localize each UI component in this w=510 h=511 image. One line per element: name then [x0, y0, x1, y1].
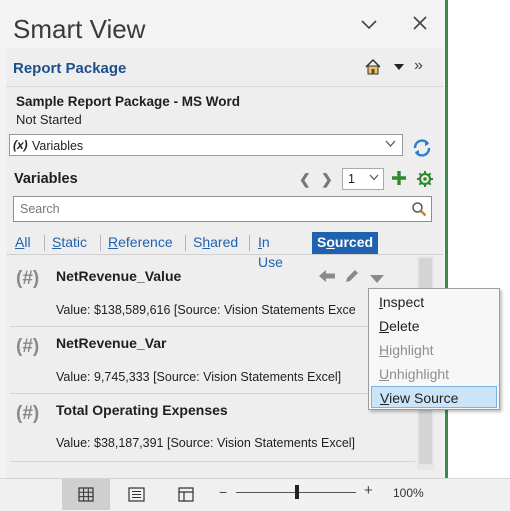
tab-divider	[100, 235, 101, 251]
divider	[6, 254, 443, 255]
variable-value: Value: 9,745,333 [Source: Vision Stateme…	[56, 370, 342, 384]
tab-sourced[interactable]: Sourced	[312, 232, 379, 254]
variable-name: Total Operating Expenses	[56, 402, 228, 418]
numeric-variable-icon: (#)	[16, 268, 40, 289]
zoom-slider-thumb[interactable]	[295, 485, 299, 499]
home-dropdown-arrow-icon[interactable]	[394, 64, 404, 70]
search-box[interactable]	[13, 196, 432, 222]
web-layout-view-button[interactable]	[162, 479, 210, 510]
report-package-link[interactable]: Report Package	[13, 60, 126, 77]
package-name: Sample Report Package - MS Word	[16, 94, 241, 109]
variables-heading: Variables	[14, 171, 78, 187]
variable-name: NetRevenue_Value	[56, 268, 182, 284]
row-menu-arrow-icon[interactable]	[369, 271, 385, 289]
tab-static[interactable]: Static	[47, 232, 92, 254]
list-item[interactable]: (#) Total Operating Expenses Value: $38,…	[10, 396, 416, 458]
row-divider	[10, 393, 415, 394]
search-input[interactable]	[18, 199, 402, 219]
tab-divider	[44, 235, 45, 251]
zoom-in-button[interactable]: +	[364, 482, 373, 499]
pencil-icon[interactable]	[344, 268, 360, 289]
row-divider	[10, 326, 415, 327]
tab-in-use[interactable]: In Use	[253, 232, 288, 270]
zoom-level[interactable]: 100%	[393, 486, 424, 500]
add-variable-icon[interactable]	[391, 170, 407, 189]
variable-value: Value: $38,187,391 [Source: Vision State…	[56, 436, 356, 450]
variables-dropdown[interactable]: (x) Variables	[9, 134, 403, 156]
context-menu: Inspect Delete Highlight Unhighlight Vie…	[368, 288, 500, 410]
chevron-down-icon[interactable]	[369, 172, 379, 185]
numeric-variable-icon: (#)	[16, 403, 40, 424]
row-divider	[10, 461, 415, 462]
menu-item-delete[interactable]: Delete	[371, 315, 497, 337]
print-layout-view-button[interactable]	[62, 479, 110, 510]
page-number: 1	[348, 172, 355, 186]
gear-icon[interactable]	[416, 170, 434, 193]
zoom-out-button[interactable]: −	[219, 484, 227, 500]
variable-value: Value: $138,589,616 [Source: Vision Stat…	[56, 303, 356, 317]
chevron-down-icon[interactable]	[385, 138, 396, 152]
chevron-down-icon[interactable]	[359, 14, 379, 40]
menu-item-inspect[interactable]: Inspect	[371, 291, 497, 313]
dropdown-value: Variables	[32, 139, 84, 153]
tab-shared[interactable]: Shared	[188, 232, 243, 254]
next-page-icon[interactable]: ❯	[321, 171, 333, 188]
variable-icon: (x)	[13, 138, 28, 152]
tab-divider	[249, 235, 250, 251]
arrow-left-icon[interactable]	[318, 268, 336, 289]
search-icon[interactable]	[411, 201, 427, 222]
home-icon[interactable]	[364, 58, 382, 81]
package-status: Not Started	[16, 112, 82, 127]
smart-view-pane: Smart View Report Package » Sample Repor…	[0, 0, 449, 510]
tab-divider	[185, 235, 186, 251]
variable-name: NetRevenue_Var	[56, 335, 167, 351]
page-selector[interactable]: 1	[342, 168, 384, 190]
tab-reference[interactable]: Reference	[103, 232, 178, 254]
tab-all[interactable]: All	[10, 232, 36, 254]
pane-title: Smart View	[13, 14, 146, 44]
menu-item-view-source[interactable]: View Source	[371, 386, 497, 408]
menu-item-unhighlight[interactable]: Unhighlight	[371, 363, 497, 385]
read-mode-view-button[interactable]	[113, 479, 161, 510]
double-chevron-right-icon[interactable]: »	[414, 57, 423, 75]
menu-item-highlight[interactable]: Highlight	[371, 339, 497, 361]
status-bar	[0, 478, 510, 511]
refresh-icon[interactable]	[411, 137, 433, 164]
previous-page-icon[interactable]: ❮	[299, 171, 311, 188]
divider	[6, 86, 443, 87]
numeric-variable-icon: (#)	[16, 336, 40, 357]
close-icon[interactable]	[411, 14, 429, 38]
list-item[interactable]: (#) NetRevenue_Var Value: 9,745,333 [Sou…	[10, 329, 416, 391]
